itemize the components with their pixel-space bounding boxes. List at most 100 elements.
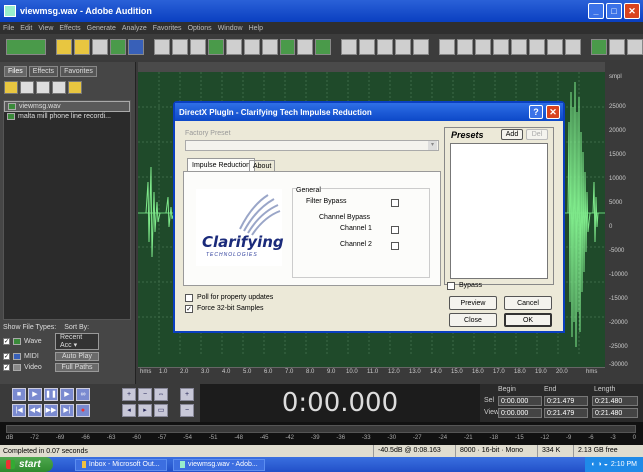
zoom-out-horizontal-icon[interactable]: − — [138, 388, 152, 401]
mixer-icon[interactable] — [547, 39, 564, 55]
spectrum-icon[interactable] — [395, 39, 412, 55]
effects-icon[interactable] — [315, 39, 332, 55]
play-button[interactable]: ▶ — [28, 388, 42, 401]
zoom-in-vertical-icon[interactable]: + — [180, 388, 194, 401]
auto-play-button[interactable]: Auto Play — [55, 352, 99, 361]
open-file-icon[interactable] — [4, 81, 18, 94]
redo-icon[interactable] — [171, 39, 188, 55]
paste-icon[interactable] — [261, 39, 278, 55]
time-ruler[interactable]: hms 1.0 2.0 3.0 4.0 5.0 6.0 7.0 8.0 9.0 … — [138, 367, 605, 377]
new-file-icon[interactable] — [91, 39, 108, 55]
view-icon[interactable] — [439, 39, 456, 55]
sel-end-field[interactable]: 0:21.479 — [544, 396, 588, 406]
tab-files[interactable]: Files — [4, 66, 27, 77]
add-preset-button[interactable]: Add — [501, 129, 523, 140]
file-item[interactable]: malta mill phone line recordi... — [4, 112, 130, 121]
copy-icon[interactable] — [225, 39, 242, 55]
menu-effects[interactable]: Effects — [59, 25, 80, 32]
tab-favorites[interactable]: Favorites — [60, 66, 97, 77]
stop-button[interactable]: ■ — [12, 388, 26, 401]
tab-about[interactable]: About — [249, 160, 276, 171]
channel2-checkbox[interactable] — [391, 242, 399, 250]
menu-help[interactable]: Help — [249, 25, 263, 32]
preview-button[interactable]: Preview — [449, 296, 497, 310]
menu-window[interactable]: Window — [218, 25, 243, 32]
sort-select[interactable]: Recent Acc ▾ — [55, 333, 99, 350]
zoom-out-vertical-icon[interactable]: − — [180, 404, 194, 417]
maximize-button[interactable]: □ — [606, 3, 622, 19]
sel-begin-field[interactable]: 0:00.000 — [498, 396, 542, 406]
panel-icon[interactable] — [475, 39, 492, 55]
open-folder-icon[interactable] — [55, 39, 72, 55]
full-paths-button[interactable]: Full Paths — [55, 363, 99, 372]
loop-button[interactable]: ∞ — [76, 388, 90, 401]
record-button[interactable]: ● — [76, 404, 90, 417]
menu-generate[interactable]: Generate — [87, 25, 116, 32]
trim-icon[interactable] — [279, 39, 296, 55]
undo-icon[interactable] — [153, 39, 170, 55]
rewind-button[interactable]: ◀◀ — [28, 404, 42, 417]
cd-icon[interactable] — [493, 39, 510, 55]
close-button[interactable]: ✕ — [624, 3, 640, 19]
insert-icon[interactable] — [52, 81, 66, 94]
list-icon[interactable] — [529, 39, 546, 55]
menu-options[interactable]: Options — [188, 25, 212, 32]
menu-view[interactable]: View — [38, 25, 53, 32]
poll-checkbox[interactable] — [185, 294, 193, 302]
menu-edit[interactable]: Edit — [20, 25, 32, 32]
go-end-button[interactable]: ▶| — [60, 404, 74, 417]
menu-analyze[interactable]: Analyze — [122, 25, 147, 32]
layout-icon[interactable] — [457, 39, 474, 55]
zoom-icon[interactable] — [565, 39, 581, 55]
force32-checkbox[interactable]: ✓ — [185, 305, 193, 313]
import-file-icon[interactable] — [20, 81, 34, 94]
tray-icons[interactable]: ◐ ◑ ◒ — [591, 461, 608, 468]
menu-file[interactable]: File — [3, 25, 14, 32]
import-icon[interactable] — [109, 39, 126, 55]
fast-forward-button[interactable]: ▶▶ — [44, 404, 58, 417]
filter-bypass-checkbox[interactable] — [391, 199, 399, 207]
frequency-icon[interactable] — [359, 39, 376, 55]
presets-list[interactable] — [450, 143, 548, 279]
zoom-full-icon[interactable]: ⇔ — [154, 388, 168, 401]
cut-icon[interactable] — [243, 39, 260, 55]
zoom-right-icon[interactable]: ▸ — [138, 404, 152, 417]
close-file-icon[interactable] — [36, 81, 50, 94]
dialog-close-action-button[interactable]: Close — [449, 313, 497, 327]
help-button[interactable]: ? — [529, 105, 543, 119]
view-length-field[interactable]: 0:21.480 — [592, 408, 638, 418]
start-button[interactable]: start — [0, 457, 53, 472]
wave-type-checkbox[interactable]: ✓ — [3, 338, 10, 345]
mix-icon[interactable] — [207, 39, 224, 55]
bypass-checkbox[interactable] — [447, 282, 455, 290]
go-start-button[interactable]: |◀ — [12, 404, 26, 417]
edit-file-icon[interactable] — [68, 81, 82, 94]
amplitude-scale[interactable]: smpl 25000 20000 15000 10000 5000 0 -500… — [605, 62, 643, 377]
task-audition[interactable]: viewmsg.wav - Adob... — [172, 458, 265, 471]
tab-impulse-reduction[interactable]: Impulse Reduction — [187, 158, 255, 171]
factory-preset-select[interactable]: ▾ — [185, 140, 439, 151]
menu-favorites[interactable]: Favorites — [153, 25, 182, 32]
overview-bar[interactable] — [138, 62, 605, 72]
mix-paste-icon[interactable] — [297, 39, 314, 55]
channel1-checkbox[interactable] — [391, 226, 399, 234]
tab-effects[interactable]: Effects — [28, 66, 59, 77]
file-item[interactable]: viewmsg.wav — [4, 101, 130, 112]
repeat-icon[interactable] — [189, 39, 206, 55]
minimize-button[interactable]: _ — [588, 3, 604, 19]
settings-icon[interactable] — [608, 39, 625, 55]
sel-length-field[interactable]: 0:21.480 — [592, 396, 638, 406]
video-type-checkbox[interactable]: ✓ — [3, 364, 10, 371]
cancel-button[interactable]: Cancel — [504, 296, 552, 310]
view-end-field[interactable]: 0:21.479 — [544, 408, 588, 418]
file-list[interactable]: viewmsg.wav malta mill phone line record… — [3, 100, 131, 320]
edit-view-toggle[interactable] — [6, 39, 46, 55]
task-outlook[interactable]: Inbox - Microsoft Out... — [74, 458, 167, 471]
waveform-icon[interactable] — [413, 39, 430, 55]
zoom-in-horizontal-icon[interactable]: + — [122, 388, 136, 401]
search-icon[interactable] — [511, 39, 528, 55]
play-to-end-button[interactable]: ▶ — [60, 388, 74, 401]
zoom-left-icon[interactable]: ◂ — [122, 404, 136, 417]
save-icon[interactable] — [127, 39, 144, 55]
help-icon[interactable] — [626, 39, 643, 55]
